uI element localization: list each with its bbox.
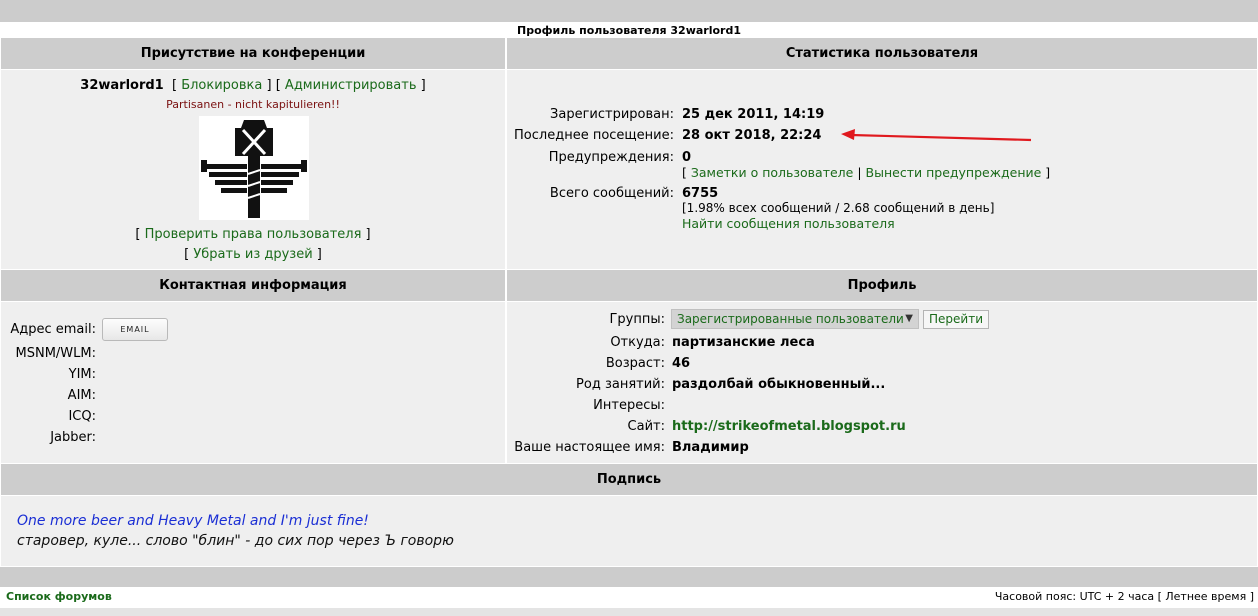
chevron-down-icon: ▼ (905, 313, 913, 324)
signature-panel: One more beer and Heavy Metal and I'm ju… (1, 496, 1257, 566)
warnings-label: Предупреждения: (548, 150, 674, 165)
realname-label: Ваше настоящее имя: (514, 440, 665, 455)
signature-header: Подпись (1, 464, 1257, 495)
signature-line-2: старовер, куле... слово "блин" - до сих … (17, 533, 454, 549)
tagline: Partisanen - nicht kapitulieren!! (166, 98, 340, 111)
groups-label: Группы: (609, 312, 665, 327)
avatar (199, 116, 309, 220)
remove-friend-line: [ Убрать из друзей ] (184, 247, 322, 262)
realname-value: Владимир (672, 440, 749, 455)
find-posts-link[interactable]: Найти сообщения пользователя (682, 216, 895, 231)
contact-header: Контактная информация (1, 270, 505, 301)
groups-selected: Зарегистрированные пользователи (677, 312, 904, 326)
last-visit-value: 28 окт 2018, 22:24 (682, 128, 822, 143)
username-line: 32warlord1 [ Блокировка ] [ Администриро… (80, 78, 426, 93)
total-posts-label: Всего сообщений: (549, 186, 674, 201)
stats-header: Статистика пользователя (507, 38, 1257, 69)
issue-warning-link[interactable]: Вынести предупреждение (866, 165, 1042, 180)
location-label: Откуда: (610, 335, 665, 350)
presence-header: Присутствие на конференции (1, 38, 505, 69)
block-link[interactable]: Блокировка (181, 78, 262, 93)
page-title: Профиль пользователя 32warlord1 (517, 24, 741, 37)
occupation-value: раздолбай обыкновенный... (672, 377, 886, 392)
presence-panel: 32warlord1 [ Блокировка ] [ Администриро… (1, 70, 505, 269)
location-value: партизанские леса (672, 335, 815, 350)
jabber-label: Jabber: (50, 430, 96, 445)
posts-detail: [1.98% всех сообщений / 2.68 сообщений в… (682, 201, 995, 215)
msnm-label: MSNM/WLM: (15, 346, 96, 361)
yim-label: YIM: (68, 367, 96, 382)
warnings-value: 0 (682, 150, 692, 165)
forum-list-link[interactable]: Список форумов (6, 590, 112, 603)
website-label: Сайт: (627, 419, 665, 434)
user-notes-link[interactable]: Заметки о пользователе (691, 165, 854, 180)
total-posts-value: 6755 (682, 186, 719, 201)
icq-label: ICQ: (68, 409, 96, 424)
age-label: Возраст: (605, 356, 665, 371)
email-label: Адрес email: (10, 322, 96, 337)
hammer-emblem-icon (201, 120, 307, 218)
warning-links: [ Заметки о пользователе | Вынести преду… (682, 165, 1051, 180)
registered-label: Зарегистрирован: (550, 107, 674, 122)
website-link[interactable]: http://strikeofmetal.blogspot.ru (672, 419, 906, 434)
check-rights-link[interactable]: Проверить права пользователя (145, 227, 362, 242)
bottom-bar (0, 567, 1258, 587)
profile-header: Профиль (507, 270, 1257, 301)
admin-link[interactable]: Администрировать (285, 78, 417, 93)
check-rights-line: [ Проверить права пользователя ] (135, 227, 371, 242)
go-button[interactable]: Перейти (923, 310, 989, 329)
top-bar (0, 0, 1258, 22)
footer-bottom-strip (0, 608, 1258, 616)
signature-line-1: One more beer and Heavy Metal and I'm ju… (17, 513, 369, 529)
groups-select[interactable]: Зарегистрированные пользователи ▼ (671, 309, 919, 329)
registered-value: 25 дек 2011, 14:19 (682, 107, 825, 122)
age-value: 46 (672, 356, 691, 371)
email-button[interactable]: EMAIL (102, 318, 168, 341)
last-visit-label: Последнее посещение: (514, 128, 674, 143)
username: 32warlord1 (80, 78, 164, 93)
occupation-label: Род занятий: (576, 377, 665, 392)
stats-panel: Зарегистрирован: 25 дек 2011, 14:19 Посл… (507, 70, 1257, 269)
remove-friend-link[interactable]: Убрать из друзей (193, 247, 312, 262)
timezone-text: Часовой пояс: UTC + 2 часа [ Летнее врем… (994, 590, 1254, 603)
annotation-arrow-icon (841, 129, 1032, 142)
interests-label: Интересы: (593, 398, 665, 413)
aim-label: AIM: (67, 388, 96, 403)
